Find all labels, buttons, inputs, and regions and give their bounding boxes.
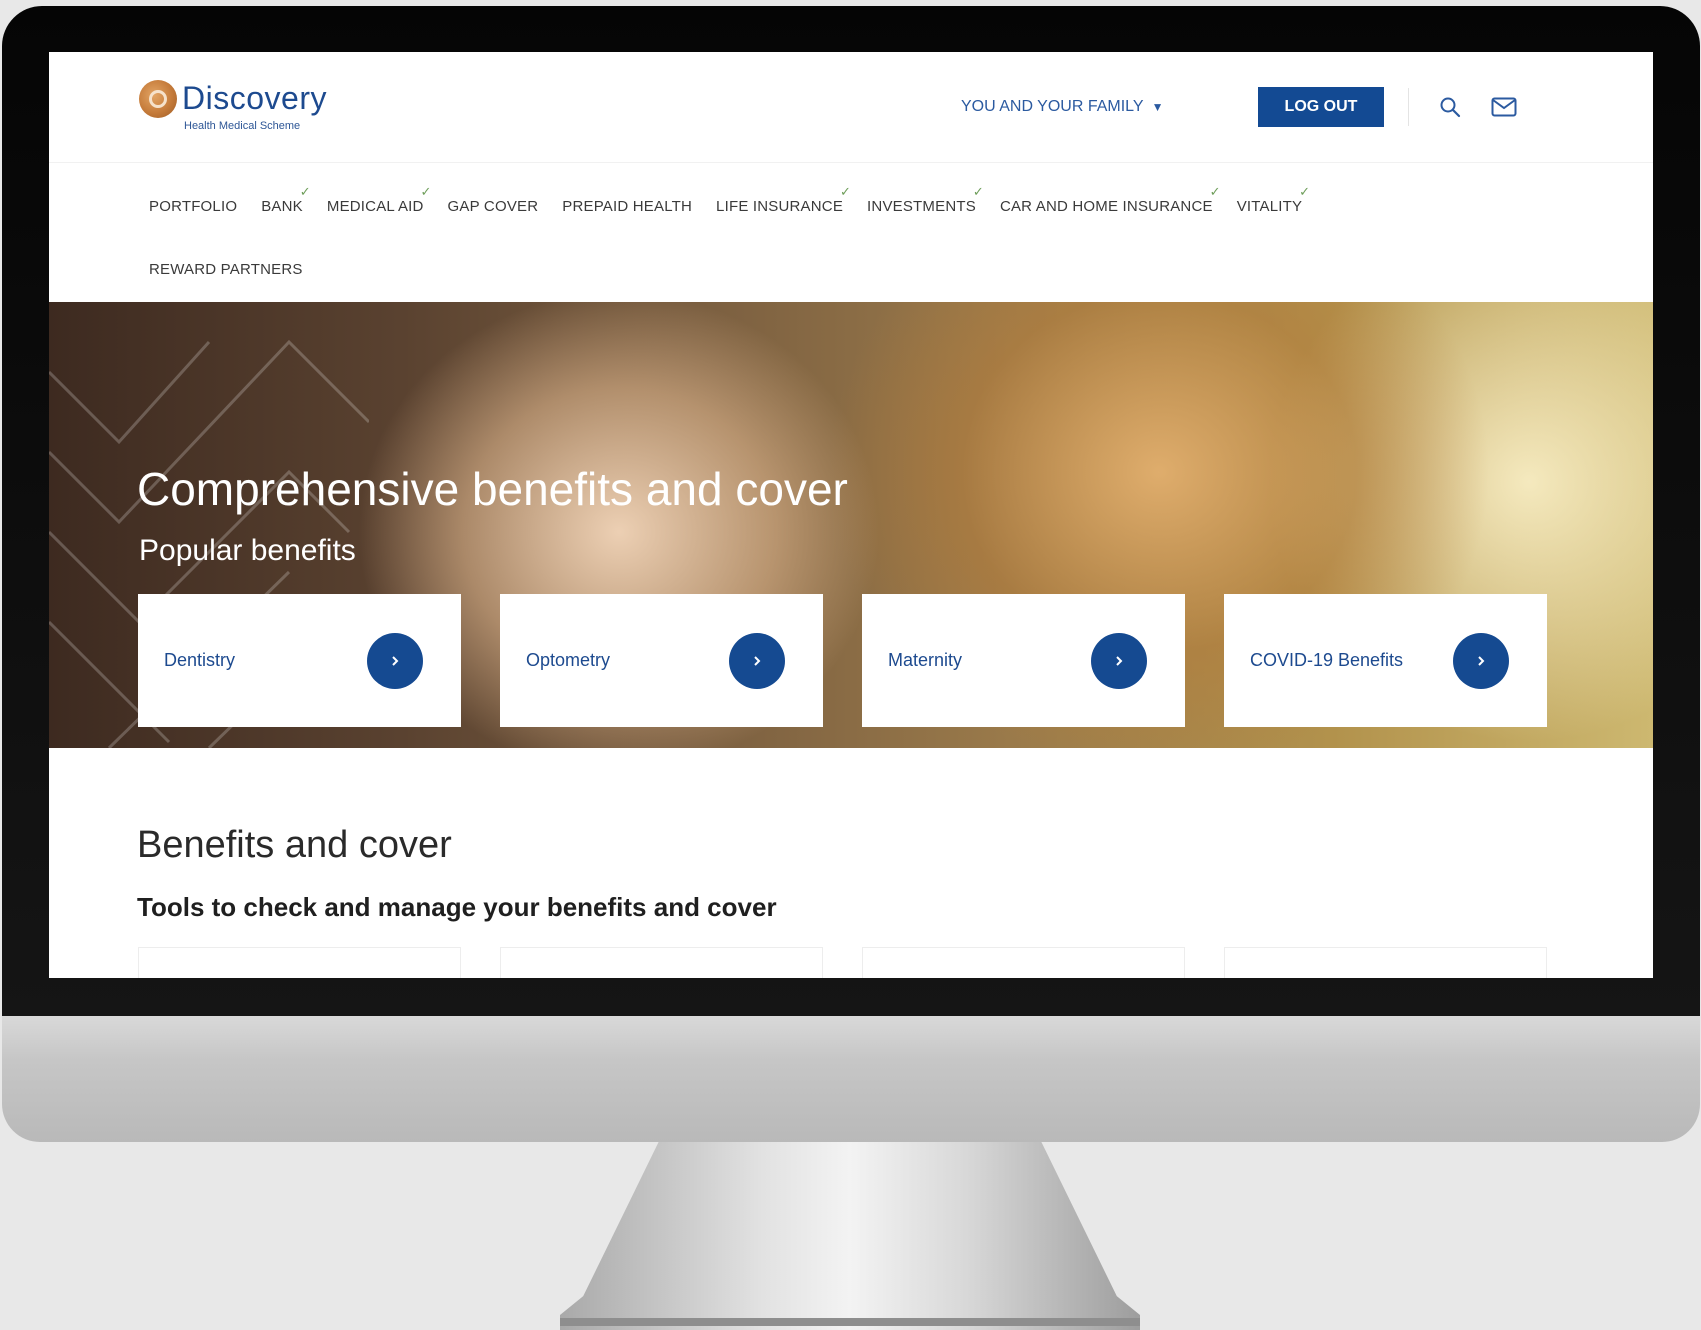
tool-card[interactable] (862, 947, 1185, 978)
benefit-card-dentistry[interactable]: Dentistry (138, 594, 461, 727)
nav-item-car-and-home-insurance[interactable]: CAR AND HOME INSURANCE ✓ (999, 184, 1221, 215)
checkmark-icon: ✓ (1209, 184, 1221, 199)
benefit-card-label: Dentistry (164, 650, 236, 670)
benefit-card-covid-19[interactable]: COVID-19 Benefits (1224, 594, 1547, 727)
benefit-card-label: COVID-19 Benefits (1250, 650, 1404, 670)
nav-item-label: BANK (261, 198, 303, 215)
chevron-right-icon[interactable] (729, 633, 785, 689)
section-subtitle: Tools to check and manage your benefits … (137, 892, 777, 922)
checkmark-icon: ✓ (299, 184, 311, 199)
monitor-chin (2, 1016, 1700, 1142)
nav-item-medical-aid[interactable]: MEDICAL AID ✓ (326, 184, 431, 215)
logout-button[interactable]: LOG OUT (1258, 87, 1384, 127)
nav-item-portfolio[interactable]: PORTFOLIO (149, 198, 237, 215)
benefit-card-optometry[interactable]: Optometry (500, 594, 823, 727)
hero-subtitle: Popular benefits (139, 534, 356, 567)
benefit-card-label: Maternity (888, 650, 963, 670)
nav-item-label: INVESTMENTS (867, 198, 976, 215)
checkmark-icon: ✓ (420, 184, 432, 199)
site-header: Discovery Health Medical Scheme YOU AND … (49, 52, 1653, 162)
hero-title: Comprehensive benefits and cover (137, 463, 848, 515)
nav-item-life-insurance[interactable]: LIFE INSURANCE ✓ (716, 184, 851, 215)
nav-item-vitality[interactable]: VITALITY ✓ (1236, 184, 1310, 215)
tool-card[interactable] (1224, 947, 1547, 978)
benefit-card-label: Optometry (526, 650, 611, 670)
benefit-card-maternity[interactable]: Maternity (862, 594, 1185, 727)
nav-item-label: GAP COVER (447, 198, 539, 215)
nav-item-label: PORTFOLIO (149, 198, 238, 215)
chevron-right-icon[interactable] (367, 633, 423, 689)
nav-row: PORTFOLIO BANK ✓ MEDICAL AID ✓ GAP COVER PREPA… (149, 184, 1326, 215)
nav-item-label: LIFE INSURANCE (716, 198, 844, 215)
chevron-right-icon[interactable] (1091, 633, 1147, 689)
nav-item-reward-partners[interactable]: REWARD PARTNERS (149, 261, 303, 278)
monitor-stand-base (560, 1318, 1140, 1326)
family-menu-dropdown[interactable]: YOU AND YOUR FAMILY ▼ (961, 98, 1163, 116)
chevron-right-icon[interactable] (1453, 633, 1509, 689)
search-icon[interactable] (1439, 96, 1461, 118)
checkmark-icon: ✓ (839, 184, 852, 199)
brand-subtitle: Health Medical Scheme (184, 120, 301, 132)
family-menu-label: YOU AND YOUR FAMILY (961, 98, 1144, 115)
brand-name[interactable]: Discovery (182, 80, 327, 117)
tool-card[interactable] (138, 947, 461, 978)
tool-card[interactable] (500, 947, 823, 978)
main-navigation: PORTFOLIO BANK ✓ MEDICAL AID ✓ GAP COVER PREPA… (49, 162, 1653, 303)
nav-item-bank[interactable]: BANK ✓ (261, 184, 310, 215)
nav-item-gap-cover[interactable]: GAP COVER (448, 198, 539, 215)
section-title: Benefits and cover (137, 824, 452, 866)
monitor-stand (560, 1142, 1140, 1330)
discovery-logo-icon[interactable] (139, 80, 177, 118)
caret-down-icon: ▼ (1151, 100, 1164, 114)
header-divider (1408, 88, 1409, 126)
nav-item-label: MEDICAL AID (326, 198, 424, 215)
checkmark-icon: ✓ (1299, 184, 1311, 199)
nav-item-label: PREPAID HEALTH (562, 198, 693, 215)
hero-banner: Comprehensive benefits and cover Popular… (49, 302, 1653, 748)
mail-icon[interactable] (1491, 96, 1517, 118)
nav-item-prepaid-health[interactable]: PREPAID HEALTH (562, 198, 692, 215)
nav-item-investments[interactable]: INVESTMENTS ✓ (867, 184, 984, 215)
nav-item-label: CAR AND HOME INSURANCE (999, 198, 1213, 215)
browser-screen: Discovery Health Medical Scheme YOU AND … (49, 52, 1653, 978)
checkmark-icon: ✓ (972, 184, 984, 199)
nav-item-label: VITALITY (1236, 198, 1303, 215)
